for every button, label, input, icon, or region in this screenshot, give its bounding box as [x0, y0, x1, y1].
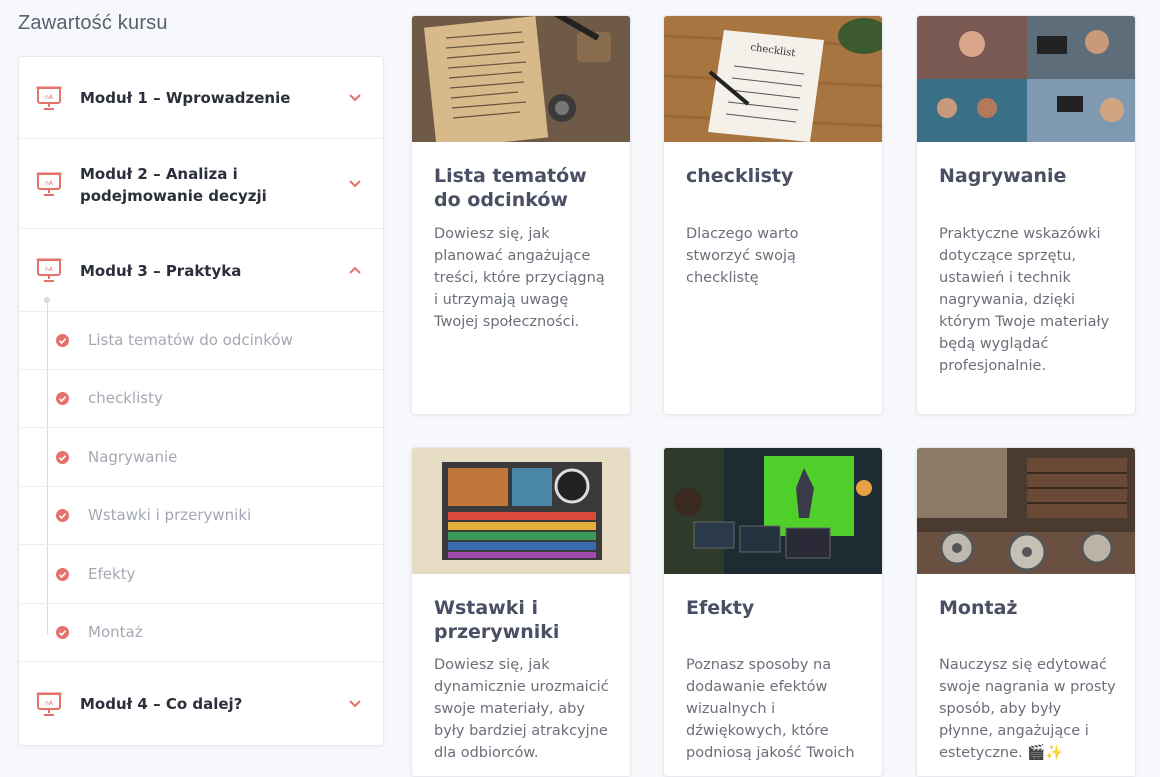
- card-title: Nagrywanie: [939, 165, 1067, 187]
- card-title: Lista tematów do odcinków: [434, 165, 587, 211]
- card-title: Wstawki i przerywniki: [434, 597, 560, 643]
- module-3-label: Moduł 3 – Praktyka: [80, 262, 242, 280]
- chevron-down-icon: [349, 180, 361, 188]
- lesson-label: Efekty: [88, 565, 136, 583]
- check-circle-icon: [56, 334, 69, 347]
- svg-text:nA: nA: [45, 700, 54, 707]
- card-description: Dlaczego warto stworzyć swoją checklistę: [686, 226, 799, 286]
- svg-text:nA: nA: [45, 266, 54, 273]
- card-title: checklisty: [686, 165, 794, 187]
- card-description: Dowiesz się, jak planować angażujące tre…: [434, 226, 605, 330]
- svg-text:nA: nA: [45, 94, 54, 101]
- notebook-icon: [412, 16, 630, 142]
- lesson-card[interactable]: Wstawki i przerywniki Dowiesz się, jak d…: [411, 447, 631, 777]
- green-screen-icon: [664, 448, 882, 574]
- lesson-card[interactable]: Montaż Nauczysz się edytować swoje nagra…: [916, 447, 1136, 777]
- chevron-up-icon: [349, 266, 361, 274]
- checklist-icon: checklist: [664, 16, 882, 142]
- lesson-label: Lista tematów do odcinków: [88, 331, 293, 349]
- sidebar-title: Zawartość kursu: [18, 12, 168, 34]
- module-4-header[interactable]: nA Moduł 4 – Co dalej?: [19, 662, 383, 745]
- lesson-label: Wstawki i przerywniki: [88, 506, 252, 524]
- presentation-board-icon: nA: [36, 86, 62, 110]
- card-description: Dowiesz się, jak dynamicznie urozmaicić …: [434, 657, 609, 761]
- lesson-item[interactable]: checklisty: [19, 370, 383, 428]
- module-1-header[interactable]: nA Moduł 1 – Wprowadzenie: [19, 57, 383, 139]
- film-reel-icon: [917, 448, 1135, 574]
- lesson-label: checklisty: [88, 389, 163, 407]
- svg-text:nA: nA: [45, 180, 54, 187]
- check-circle-icon: [56, 392, 69, 405]
- check-circle-icon: [56, 626, 69, 639]
- lesson-item[interactable]: Nagrywanie: [19, 429, 383, 487]
- presentation-board-icon: nA: [36, 692, 62, 716]
- module-2-header[interactable]: nA Moduł 2 – Analiza i podejmowanie decy…: [19, 139, 383, 229]
- lesson-item[interactable]: Lista tematów do odcinków: [19, 312, 383, 370]
- module-3-header[interactable]: nA Moduł 3 – Praktyka: [19, 229, 383, 312]
- card-description: Nauczysz się edytować swoje nagrania w p…: [939, 657, 1116, 761]
- lesson-card[interactable]: Nagrywanie Praktyczne wskazówki dotycząc…: [916, 15, 1136, 415]
- lesson-item[interactable]: Wstawki i przerywniki: [19, 487, 383, 545]
- check-circle-icon: [56, 568, 69, 581]
- card-title: Efekty: [686, 597, 755, 619]
- camera-icon: [917, 16, 1135, 142]
- module-1-label: Moduł 1 – Wprowadzenie: [80, 89, 291, 107]
- card-title: Montaż: [939, 597, 1018, 619]
- lesson-card[interactable]: Lista tematów do odcinków Dowiesz się, j…: [411, 15, 631, 415]
- timeline-icon: [412, 448, 630, 574]
- module-4-label: Moduł 4 – Co dalej?: [80, 695, 243, 713]
- course-content-sidebar: nA Moduł 1 – Wprowadzenie nA Moduł 2 – A…: [18, 56, 384, 746]
- presentation-board-icon: nA: [36, 172, 62, 196]
- lesson-label: Montaż: [88, 623, 143, 641]
- chevron-down-icon: [349, 94, 361, 102]
- card-description: Poznasz sposoby na dodawanie efektów wiz…: [686, 657, 855, 761]
- lesson-item[interactable]: Montaż: [19, 604, 383, 662]
- lesson-card[interactable]: checklist checklisty Dlaczego warto stwo…: [663, 15, 883, 415]
- module-2-label: Moduł 2 – Analiza i podejmowanie decyzji: [80, 165, 267, 205]
- lesson-label: Nagrywanie: [88, 448, 178, 466]
- chevron-down-icon: [349, 700, 361, 708]
- presentation-board-icon: nA: [36, 258, 62, 282]
- check-circle-icon: [56, 509, 69, 522]
- card-description: Praktyczne wskazówki dotyczące sprzętu, …: [939, 226, 1110, 374]
- check-circle-icon: [56, 451, 69, 464]
- lesson-item[interactable]: Efekty: [19, 546, 383, 604]
- lesson-card[interactable]: Efekty Poznasz sposoby na dodawanie efek…: [663, 447, 883, 777]
